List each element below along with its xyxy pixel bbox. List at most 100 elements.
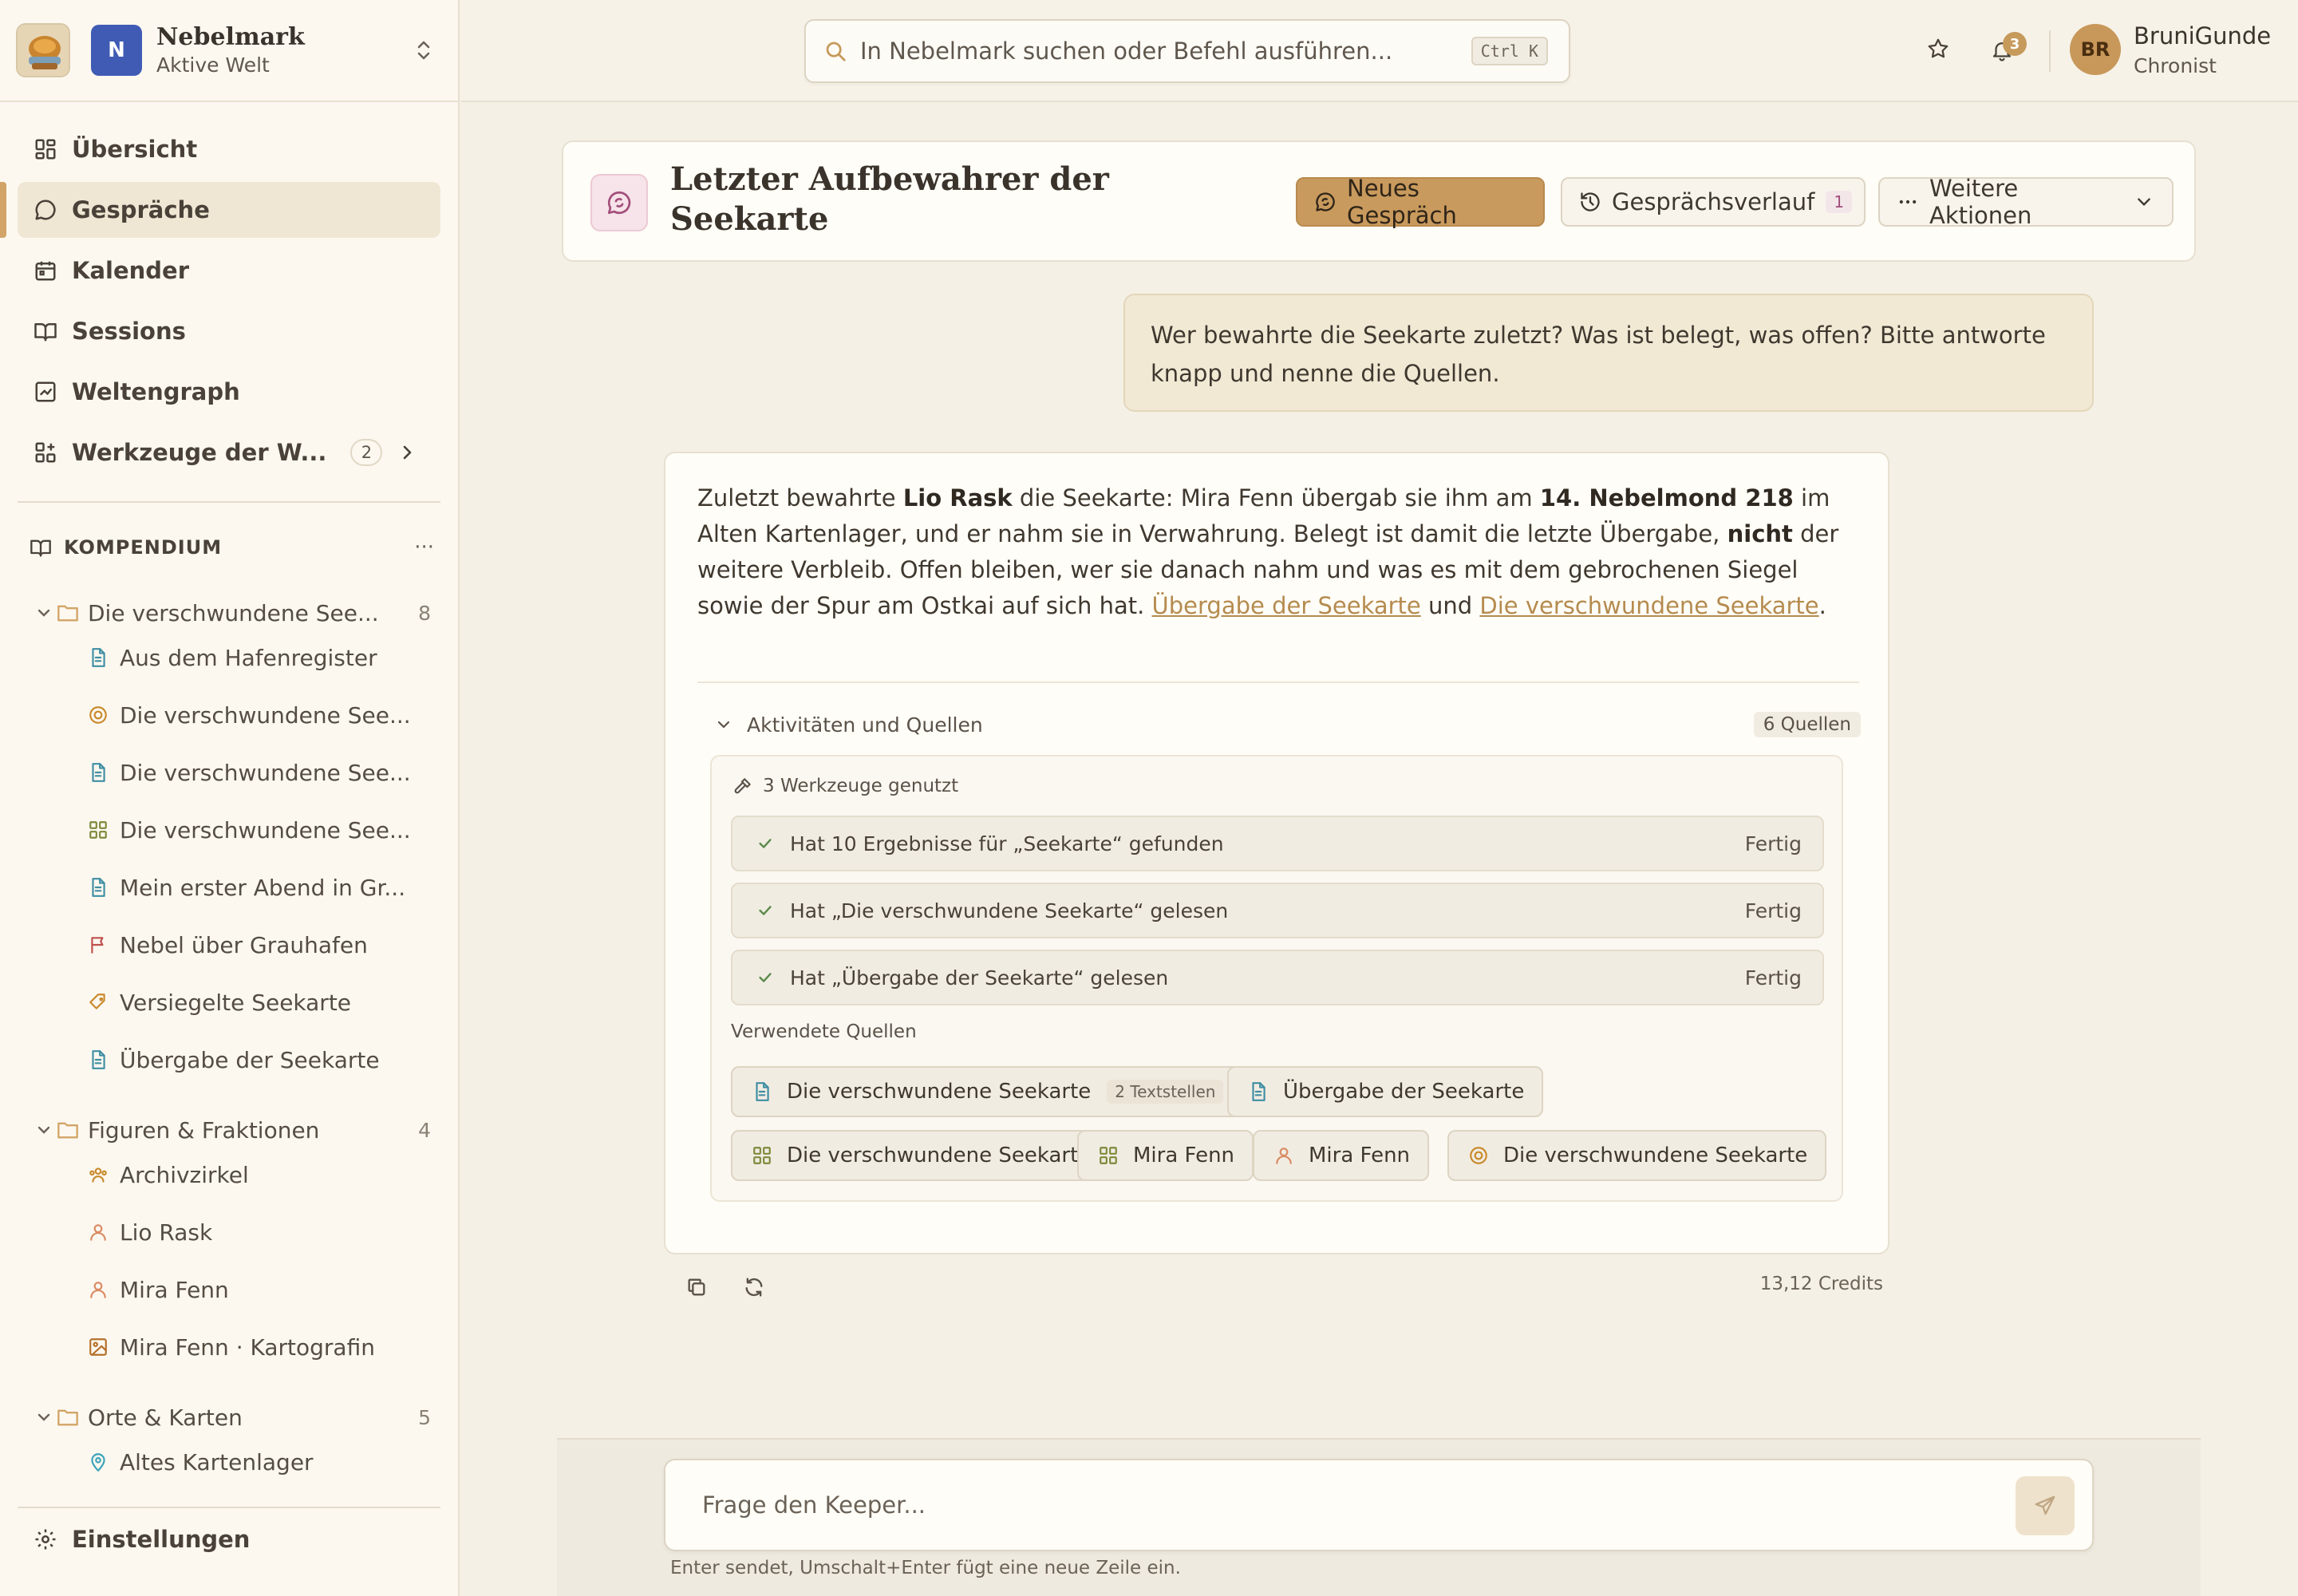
button-label: Gesprächsverlauf (1612, 188, 1815, 215)
send-button[interactable] (2016, 1476, 2075, 1535)
new-conversation-button[interactable]: Neues Gespräch (1296, 175, 1545, 229)
nav-item-world-tools[interactable]: Werkzeuge der W... 2 (18, 425, 440, 480)
chevron-down-icon[interactable] (32, 1405, 56, 1429)
nav-item-conversations[interactable]: Gespräche (18, 182, 440, 238)
tree-item-label: Lio Rask (120, 1219, 213, 1246)
checkmark-icon (753, 899, 777, 922)
source-label: Die verschwundene Seekarte (787, 1144, 1092, 1167)
copy-icon[interactable] (685, 1275, 709, 1299)
tree-item[interactable]: Mira Fenn · Kartografin (86, 1325, 421, 1369)
tree-folder[interactable]: Die verschwundene See... 8 (32, 591, 431, 635)
nav-label: Werkzeuge der W... (72, 439, 327, 466)
chevron-down-icon[interactable] (32, 1118, 56, 1142)
activity-toggle[interactable]: Aktivitäten und Quellen 6 Quellen (712, 709, 1861, 741)
ellipsis-icon (1896, 190, 1920, 214)
regenerate-icon[interactable] (742, 1275, 766, 1299)
source-chip[interactable]: Mira Fenn (1077, 1130, 1254, 1181)
app-logo (16, 23, 70, 77)
message-input[interactable] (702, 1487, 1899, 1523)
source-chip[interactable]: Die verschwundene Seekarte (1447, 1130, 1827, 1181)
search-bar[interactable]: In Nebelmark suchen oder Befehl ausführe… (804, 19, 1570, 83)
tool-step: Hat „Übergabe der Seekarte“ gelesen Fert… (731, 950, 1824, 1005)
source-chip[interactable]: Die verschwundene Seekarte (731, 1130, 1111, 1181)
folder-count: 5 (418, 1405, 431, 1429)
tree-item[interactable]: Übergabe der Seekarte (86, 1037, 421, 1082)
gear-icon (34, 1527, 57, 1551)
source-chip[interactable]: Die verschwundene Seekarte 2 Textstellen (731, 1066, 1243, 1117)
folder-icon (56, 1405, 80, 1429)
source-link[interactable]: Übergabe der Seekarte (1152, 592, 1421, 619)
tree-item-label: Die verschwundene See... (120, 816, 411, 843)
more-options-icon[interactable]: ··· (414, 535, 434, 559)
chat-bubble-icon (34, 198, 57, 222)
tree-item-label: Nebel über Grauhafen (120, 931, 368, 958)
tree-item[interactable]: Mein erster Abend in Gr... (86, 865, 421, 910)
chevron-down-icon[interactable] (32, 601, 56, 625)
grid-icon (34, 137, 57, 161)
checkmark-icon (753, 966, 777, 990)
tree-folder[interactable]: Orte & Karten 5 (32, 1395, 431, 1440)
chevron-right-icon[interactable] (395, 440, 419, 464)
tree-item-label: Mira Fenn · Kartografin (120, 1333, 375, 1361)
text-emphasis: nicht (1727, 520, 1793, 547)
text-run: . (1818, 592, 1826, 619)
chevron-down-icon (712, 713, 736, 737)
user-name[interactable]: BruniGunde (2134, 22, 2271, 49)
grid-icon (750, 1144, 774, 1167)
document-icon (86, 1048, 110, 1072)
text-run: und (1420, 592, 1480, 619)
tree-item[interactable]: Die verschwundene See... (86, 808, 421, 852)
star-icon[interactable] (1926, 37, 1950, 61)
notification-badge: 3 (2003, 32, 2027, 56)
source-chip[interactable]: Übergabe der Seekarte (1227, 1066, 1544, 1117)
group-icon (86, 1163, 110, 1187)
compendium-title: KOMPENDIUM (64, 536, 223, 559)
workspace-switcher[interactable]: N Nebelmark Aktive Welt (0, 0, 460, 102)
book-icon (29, 535, 53, 559)
tree-item[interactable]: Aus dem Hafenregister (86, 635, 421, 680)
tree-item[interactable]: Nebel über Grauhafen (86, 922, 421, 967)
search-placeholder: In Nebelmark suchen oder Befehl ausführe… (860, 38, 1393, 65)
grid-icon (1096, 1144, 1120, 1167)
apps-plus-icon (34, 440, 57, 464)
nav-item-settings[interactable]: Einstellungen (34, 1526, 250, 1553)
calendar-icon (34, 259, 57, 282)
tools-count-badge: 2 (350, 439, 383, 466)
tree-item-label: Archivzirkel (120, 1161, 249, 1188)
nav-item-sessions[interactable]: Sessions (18, 303, 440, 359)
tree-item[interactable]: Mira Fenn (86, 1267, 421, 1312)
tree-item-label: Altes Kartenlager (120, 1448, 314, 1476)
avatar[interactable]: BR (2070, 24, 2121, 75)
workspace-name: Nebelmark (156, 23, 305, 51)
tree-item[interactable]: Die verschwundene See... (86, 693, 421, 737)
tree-item[interactable]: Versiegelte Seekarte (86, 980, 421, 1025)
tree-item[interactable]: Archivzirkel (86, 1152, 421, 1197)
target-icon (86, 703, 110, 727)
tree-item[interactable]: Die verschwundene See... (86, 750, 421, 795)
source-link[interactable]: Die verschwundene Seekarte (1479, 592, 1818, 619)
nav-item-overview[interactable]: Übersicht (18, 121, 440, 177)
tree-item-label: Mein erster Abend in Gr... (120, 874, 406, 901)
source-label: Übergabe der Seekarte (1283, 1080, 1525, 1104)
document-icon (86, 646, 110, 670)
tree-folder[interactable]: Figuren & Fraktionen 4 (32, 1108, 431, 1152)
conversation-history-button[interactable]: Gesprächsverlauf 1 (1561, 177, 1866, 227)
person-icon (86, 1278, 110, 1302)
more-actions-button[interactable]: Weitere Aktionen (1878, 175, 2174, 229)
chevron-up-down-icon[interactable] (412, 38, 436, 62)
history-count-badge: 1 (1826, 191, 1853, 213)
source-chip[interactable]: Mira Fenn (1253, 1130, 1430, 1181)
tree-item[interactable]: Lio Rask (86, 1210, 421, 1254)
source-label: Mira Fenn (1309, 1144, 1411, 1167)
assistant-message: Zuletzt bewahrte Lio Rask die Seekarte: … (664, 452, 1889, 1254)
book-icon (34, 319, 57, 343)
tree-item-label: Die verschwundene See... (120, 759, 411, 786)
source-label: Mira Fenn (1133, 1144, 1235, 1167)
nav-item-calendar[interactable]: Kalender (18, 243, 440, 298)
button-label: Neues Gespräch (1347, 175, 1457, 229)
tree-item[interactable]: Altes Kartenlager (86, 1440, 421, 1484)
compendium-header: KOMPENDIUM ··· (29, 531, 434, 563)
tool-step-status: Fertig (1744, 966, 1802, 990)
nav-item-world-graph[interactable]: Weltengraph (18, 364, 440, 420)
person-icon (86, 1220, 110, 1244)
